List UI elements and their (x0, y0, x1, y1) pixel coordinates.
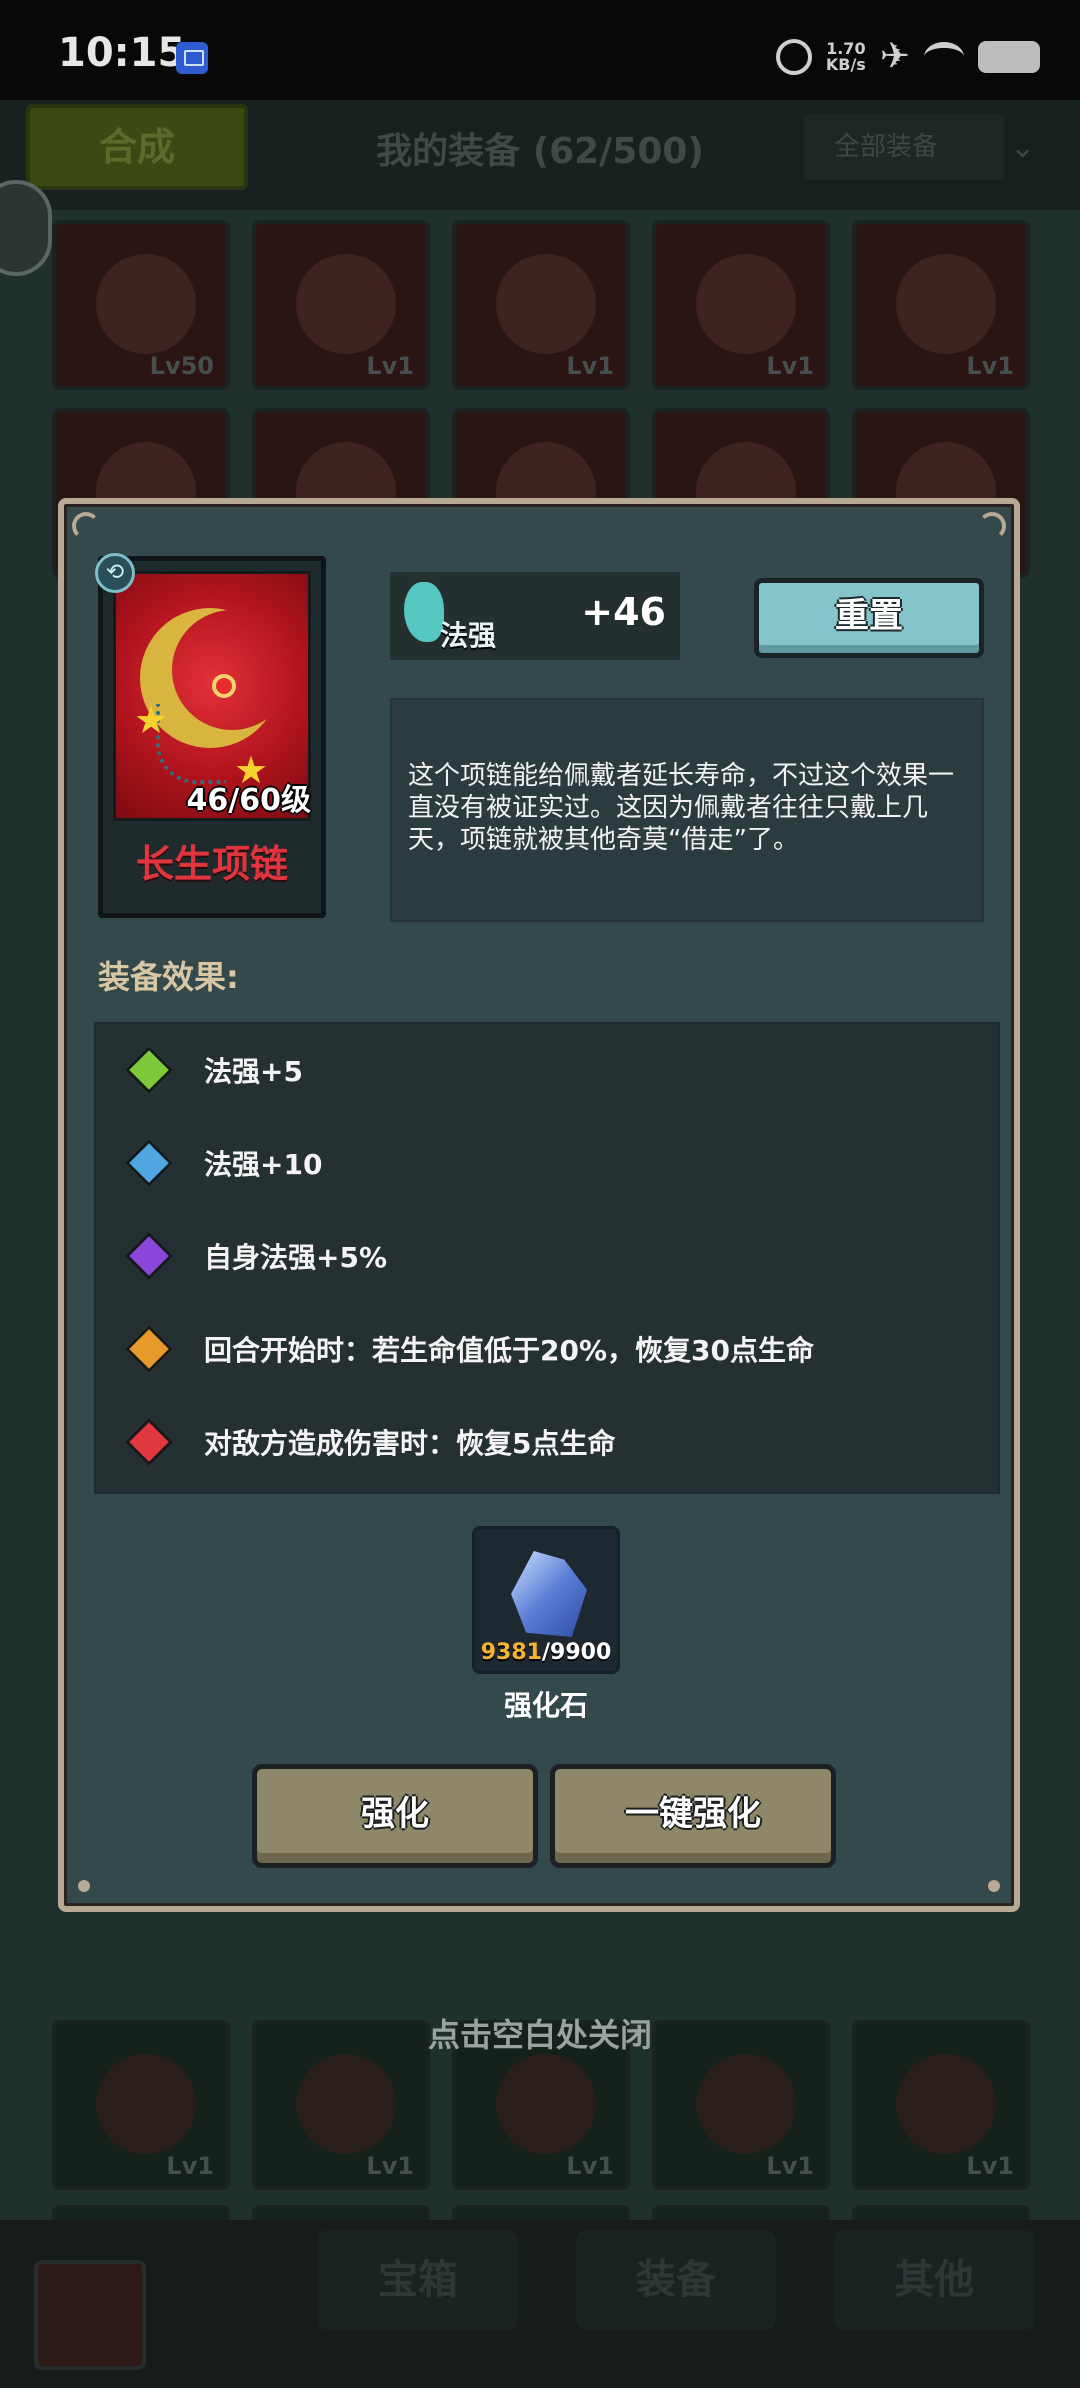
corner-ornament (978, 512, 1006, 540)
bg-equipment-slot: Lv1 (852, 220, 1030, 390)
corner-ornament (72, 512, 100, 540)
bg-tab-equipment: 装备 (576, 2230, 776, 2330)
item-level: 46/60级 (186, 783, 311, 818)
effect-text: 回合开始时：若生命值低于20%，恢复30点生命 (204, 1334, 814, 1367)
battery-icon (978, 40, 1040, 73)
bg-level: Lv1 (766, 2152, 814, 2180)
effects-list: 法强+5 法强+10 自身法强+5% 回合开始时：若生命值低于20%，恢复30点… (94, 1022, 1000, 1494)
upgrade-all-button[interactable]: 一键强化 (550, 1764, 836, 1868)
item-name: 长生项链 (135, 842, 288, 886)
bg-level: Lv1 (766, 352, 814, 380)
bg-level: Lv1 (366, 2152, 414, 2180)
crystal-icon (511, 1551, 587, 1637)
net-speed-unit: KB/s (825, 54, 866, 74)
bg-item-icon (96, 2054, 196, 2154)
bg-equipment-slot: Lv1 (452, 220, 630, 390)
material-have: 9381 (480, 1640, 542, 1665)
effect-text: 法强+10 (204, 1148, 323, 1181)
bg-item-icon (896, 2054, 996, 2154)
stat-value: +46 (581, 590, 666, 634)
bg-level: Lv50 (149, 352, 214, 380)
bg-item-icon (296, 2054, 396, 2154)
equipment-detail-dialog: ⟲ ★ ★ 46/60级 长生项链 法强 +46 重置 这个项链能给佩戴者延长寿… (58, 498, 1020, 1912)
material-name: 强化石 (503, 1689, 588, 1722)
item-card: ⟲ ★ ★ 46/60级 长生项链 (95, 553, 326, 918)
effect-text: 自身法强+5% (204, 1241, 387, 1274)
corner-ornament (78, 1880, 90, 1892)
alarm-icon (775, 38, 812, 75)
green-gem-icon (124, 1045, 174, 1095)
bg-item-icon (296, 254, 396, 354)
status-bar: 10:15 1.70 KB/s ✈ (0, 0, 1080, 100)
bg-tab-chest: 宝箱 (318, 2230, 518, 2330)
bg-item-icon (96, 254, 196, 354)
effect-row: 回合开始时：若生命值低于20%，恢复30点生命 (122, 1319, 814, 1379)
bg-level: Lv1 (966, 352, 1014, 380)
item-description: 这个项链能给佩戴者延长寿命，不过这个效果一直没有被证实过。这因为佩戴者往往只戴上… (408, 761, 955, 855)
bg-item-icon (496, 254, 596, 354)
bg-filter-dropdown: 全部装备 (804, 114, 1004, 180)
effects-title: 装备效果: (98, 958, 239, 996)
bg-item-icon (696, 254, 796, 354)
effect-text: 对敌方造成伤害时：恢复5点生命 (204, 1427, 616, 1460)
main-stat: 法强 +46 (390, 572, 680, 660)
bg-item-icon (896, 254, 996, 354)
bg-level: Lv1 (566, 352, 614, 380)
chevron-down-icon: ⌄ (1010, 130, 1036, 165)
refresh-icon: ⟲ (95, 553, 135, 593)
back-arrow-icon (34, 2260, 146, 2370)
status-time: 10:15 (58, 30, 186, 76)
bg-equipment-slot: Lv1 (652, 220, 830, 390)
bg-level: Lv1 (366, 352, 414, 380)
effect-row: 法强+5 (122, 1040, 303, 1100)
effect-row: 法强+10 (122, 1133, 322, 1193)
bg-level: Lv1 (566, 2152, 614, 2180)
bg-floating-pause-button (0, 180, 52, 276)
orange-gem-icon (124, 1324, 174, 1374)
net-speed: 1.70 KB/s (825, 40, 866, 74)
bg-item-icon (696, 2054, 796, 2154)
upgrade-button[interactable]: 强化 (252, 1764, 538, 1868)
reset-button[interactable]: 重置 (754, 578, 984, 658)
description-box: 这个项链能给佩戴者延长寿命，不过这个效果一直没有被证实过。这因为佩戴者往往只戴上… (390, 698, 984, 922)
blue-gem-icon (124, 1138, 174, 1188)
corner-ornament (988, 1880, 1000, 1892)
airplane-icon: ✈ (879, 36, 910, 77)
material-slot[interactable]: 9381/9900 (472, 1526, 620, 1674)
material-need: /9900 (541, 1640, 612, 1665)
wifi-icon (924, 41, 964, 72)
bg-item-icon (496, 2054, 596, 2154)
red-gem-icon (124, 1417, 174, 1467)
bg-equipment-slot: Lv1 (252, 220, 430, 390)
bg-level: Lv1 (966, 2152, 1014, 2180)
bg-level: Lv1 (166, 2152, 214, 2180)
effect-text: 法强+5 (204, 1055, 303, 1088)
pendant-gem (212, 674, 236, 698)
bg-tab-other: 其他 (834, 2230, 1034, 2330)
stat-name: 法强 (440, 619, 497, 652)
magic-power-flame-icon (404, 582, 444, 642)
purple-gem-icon (124, 1231, 174, 1281)
app-icon (176, 42, 208, 74)
bg-equipment-slot: Lv50 (52, 220, 230, 390)
status-icons: 1.70 KB/s ✈ (775, 36, 1040, 77)
effect-row: 对敌方造成伤害时：恢复5点生命 (122, 1412, 615, 1472)
effect-row: 自身法强+5% (122, 1226, 387, 1286)
material-count: 9381/9900 (475, 1640, 617, 1665)
close-hint[interactable]: 点击空白处关闭 (0, 2010, 1080, 2056)
star-icon: ★ (134, 698, 169, 742)
